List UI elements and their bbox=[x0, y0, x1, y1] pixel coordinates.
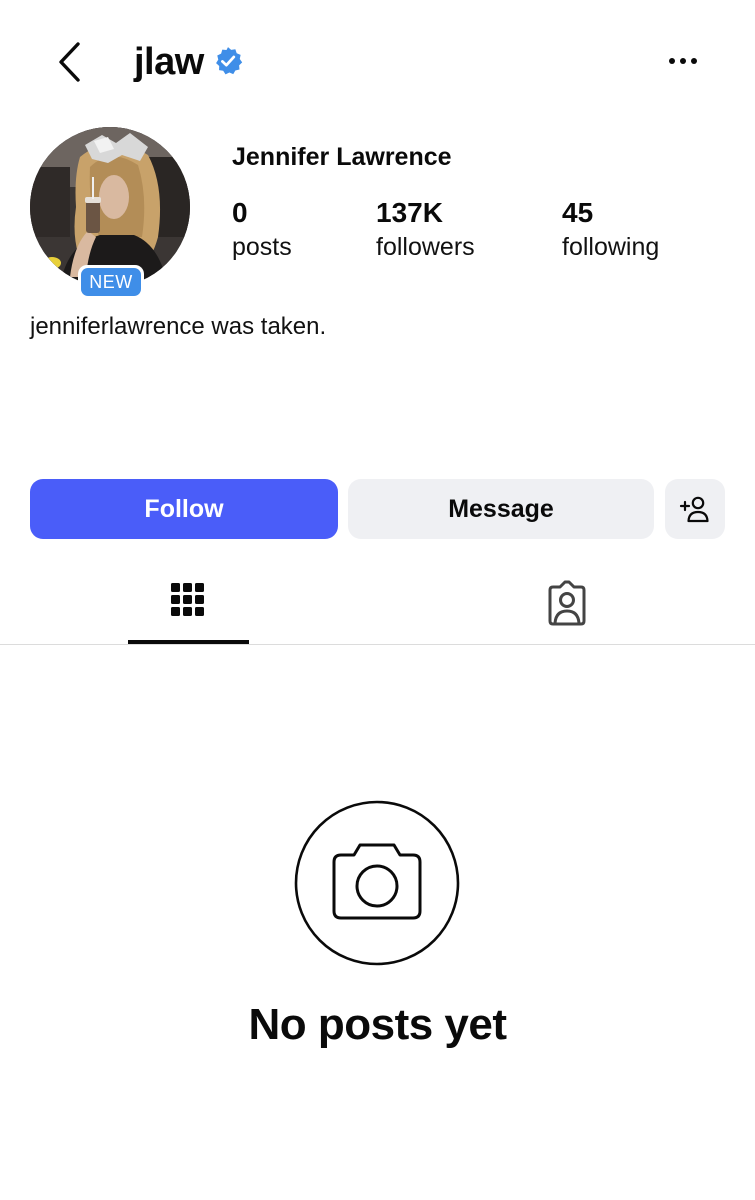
tabs-divider bbox=[0, 644, 755, 645]
suggested-accounts-button[interactable] bbox=[665, 479, 725, 539]
profile-bio: jenniferlawrence was taken. bbox=[30, 313, 327, 340]
profile-photo bbox=[30, 127, 190, 287]
tab-posts-grid[interactable] bbox=[128, 570, 248, 640]
empty-state-text: No posts yet bbox=[248, 1000, 507, 1049]
profile-avatar[interactable] bbox=[30, 127, 190, 287]
tagged-person-icon bbox=[548, 580, 586, 626]
verified-badge-icon bbox=[213, 46, 243, 76]
tab-tagged[interactable] bbox=[505, 570, 629, 640]
chevron-left-icon bbox=[59, 42, 80, 82]
stat-posts-count: 0 bbox=[232, 197, 248, 228]
stat-following-label: following bbox=[562, 233, 660, 261]
stat-posts-label: posts bbox=[232, 233, 292, 261]
message-button[interactable]: Message bbox=[348, 479, 654, 539]
empty-state-camera bbox=[294, 800, 460, 966]
camera-icon bbox=[294, 800, 460, 966]
new-badge: NEW bbox=[78, 265, 144, 299]
follow-button[interactable]: Follow bbox=[30, 479, 338, 539]
back-button[interactable] bbox=[50, 38, 90, 86]
add-person-icon bbox=[679, 496, 709, 523]
stat-followers[interactable]: 137K followers bbox=[376, 196, 475, 264]
stat-followers-label: followers bbox=[376, 233, 475, 261]
stat-following-count: 45 bbox=[562, 197, 594, 228]
new-badge-label: NEW bbox=[81, 268, 141, 296]
more-horizontal-icon bbox=[669, 58, 697, 64]
more-options-button[interactable] bbox=[660, 46, 706, 76]
stat-following[interactable]: 45 following bbox=[562, 196, 659, 264]
stat-followers-count: 137K bbox=[376, 197, 443, 228]
profile-username: jlaw bbox=[134, 41, 204, 83]
profile-full-name: Jennifer Lawrence bbox=[232, 143, 452, 171]
stat-posts[interactable]: 0 posts bbox=[232, 196, 292, 264]
grid-icon bbox=[171, 583, 204, 616]
